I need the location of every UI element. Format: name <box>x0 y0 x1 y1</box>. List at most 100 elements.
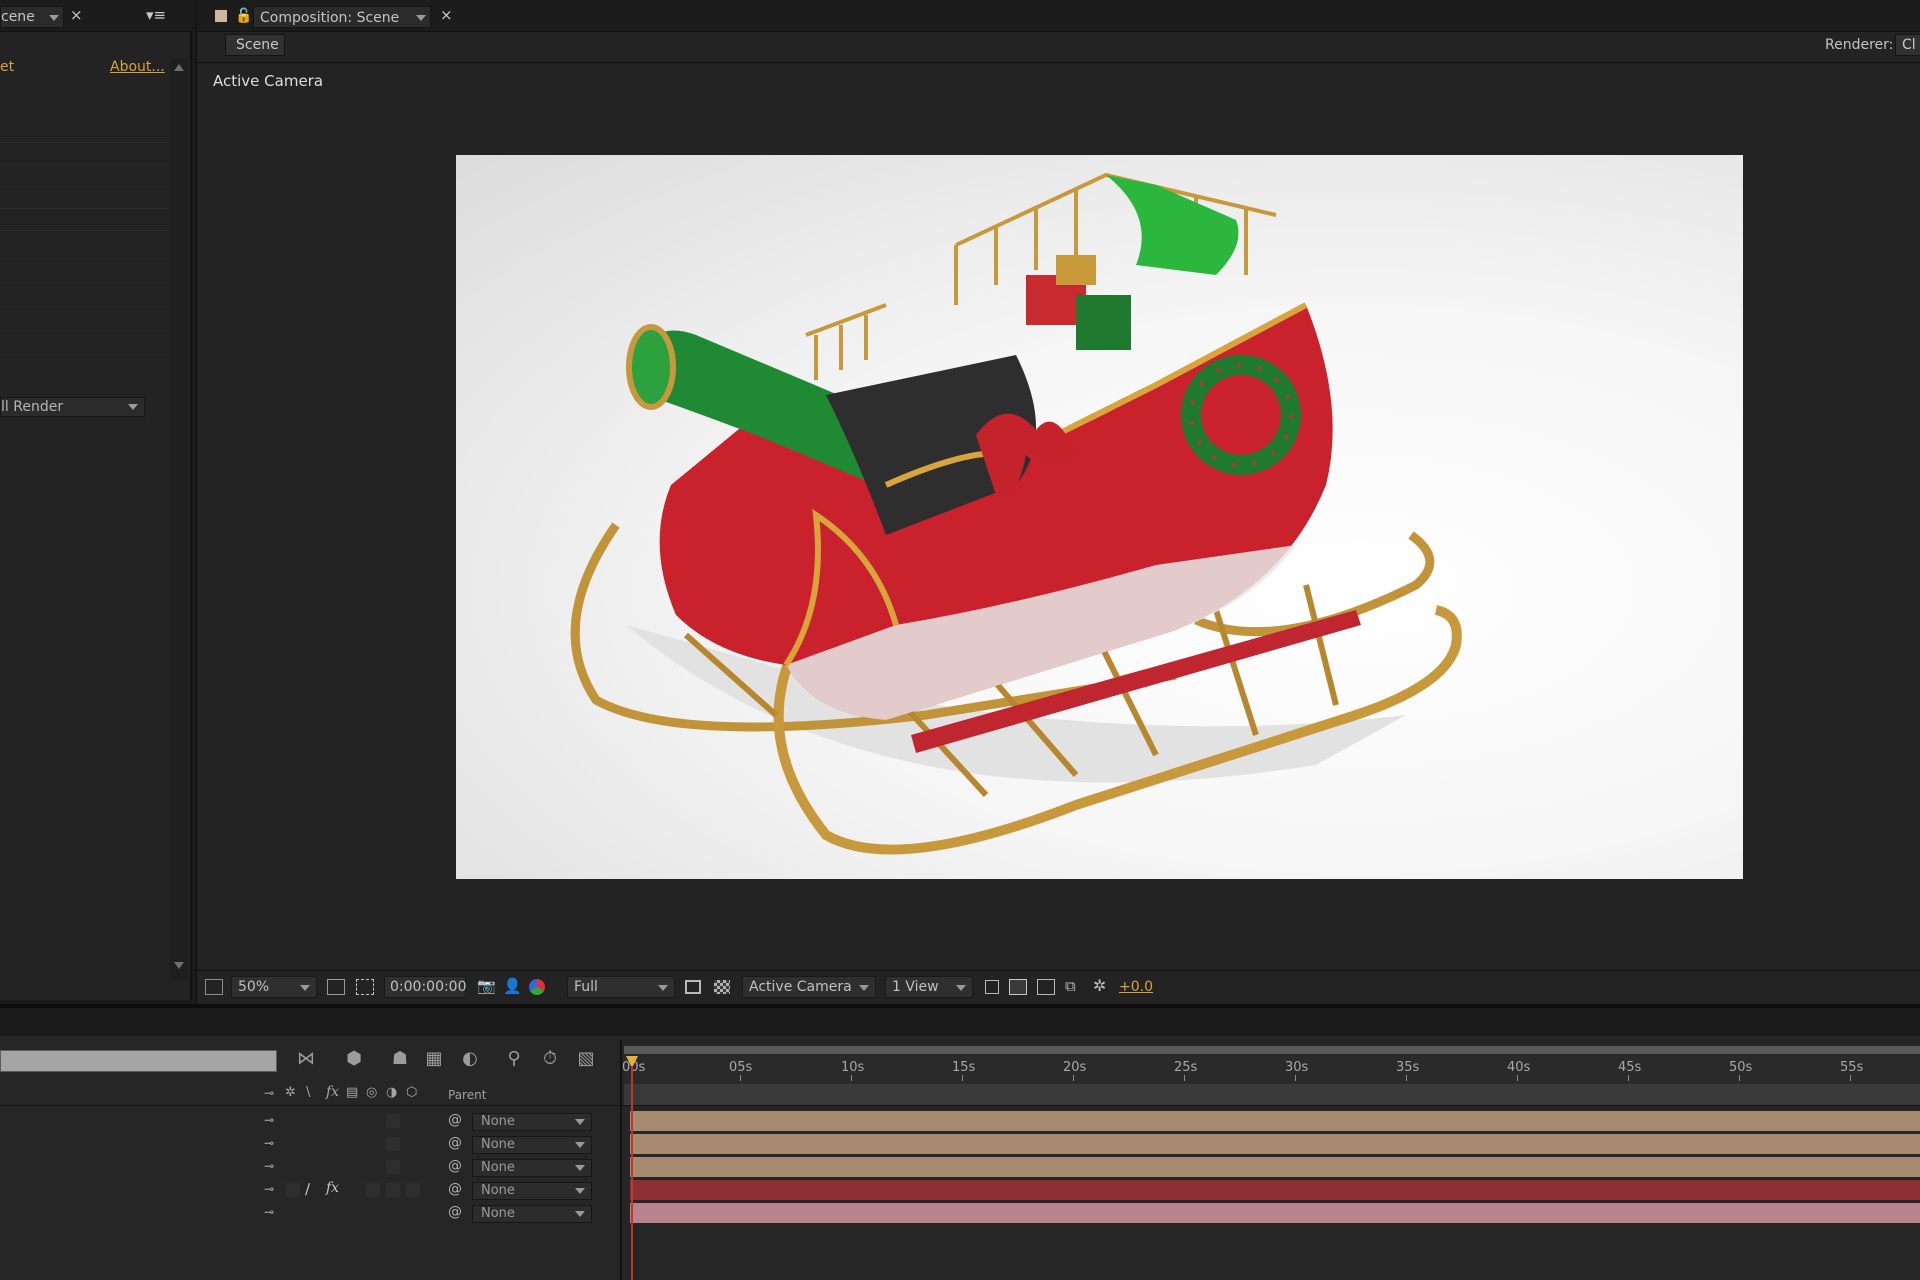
layer-row[interactable]: ⊸ @ None <box>0 1203 630 1225</box>
lock-icon[interactable]: 🔓 <box>235 8 252 24</box>
layer-row[interactable]: ⊸ @ None <box>0 1134 630 1156</box>
chevron-down-icon <box>300 985 310 991</box>
panel-menu-icon[interactable]: ▾≡ <box>146 6 166 24</box>
shy-switch-icon[interactable]: ⊸ <box>264 1182 274 1196</box>
parent-column-header: Parent <box>448 1088 487 1102</box>
layer-row[interactable]: ⊸ @ None <box>0 1157 630 1179</box>
pickwhip-icon[interactable]: @ <box>448 1112 462 1128</box>
adjustment-checkbox[interactable] <box>406 1183 420 1197</box>
parent-value: None <box>481 1206 515 1221</box>
parent-select[interactable]: None <box>472 1182 592 1200</box>
exposure-icon[interactable]: ✲ <box>1093 976 1106 995</box>
camera-select[interactable]: Active Camera <box>742 976 876 998</box>
parent-select[interactable]: None <box>472 1159 592 1177</box>
layer-duration-bar[interactable] <box>630 1180 1920 1200</box>
shy-switch-icon[interactable]: ⊸ <box>264 1113 274 1127</box>
pickwhip-icon[interactable]: @ <box>448 1158 462 1174</box>
timeline-search-field[interactable] <box>0 1050 277 1072</box>
timecode-field[interactable]: 0:00:00:00 <box>384 976 467 998</box>
channel-icon[interactable] <box>529 979 545 995</box>
pickwhip-icon[interactable]: @ <box>448 1181 462 1197</box>
layer-row[interactable]: ⊸ @ None <box>0 1111 630 1133</box>
parent-select[interactable]: None <box>472 1136 592 1154</box>
motion-blur-checkbox[interactable] <box>386 1183 400 1197</box>
pickwhip-icon[interactable]: @ <box>448 1135 462 1151</box>
left-scrollbar[interactable] <box>170 58 188 980</box>
scroll-down-icon[interactable] <box>174 962 184 969</box>
always-preview-icon[interactable] <box>205 979 223 995</box>
left-tab[interactable]: cene <box>0 6 64 28</box>
fast-previews-icon[interactable] <box>1009 979 1027 995</box>
frame-blending-icon[interactable]: ▦ <box>422 1048 446 1070</box>
flowchart-icon[interactable]: ⧉ <box>1065 977 1076 995</box>
frame-blend-checkbox[interactable] <box>366 1183 380 1197</box>
layer-duration-bar[interactable] <box>630 1157 1920 1177</box>
close-icon[interactable]: × <box>70 6 83 24</box>
tab-menu-arrow-icon[interactable] <box>49 15 59 21</box>
exposure-value[interactable]: +0.0 <box>1119 979 1153 995</box>
graph-editor-icon[interactable]: ⚲ <box>502 1048 526 1070</box>
scroll-up-icon[interactable] <box>174 64 184 71</box>
breadcrumb[interactable]: Scene <box>225 34 285 56</box>
draft-3d-icon[interactable]: ⬢ <box>342 1048 366 1070</box>
left-list-divider <box>0 306 168 307</box>
hide-shy-layers-icon[interactable]: ☗ <box>388 1048 412 1070</box>
pickwhip-icon[interactable]: @ <box>448 1204 462 1220</box>
left-list-divider <box>0 282 168 283</box>
fx-icon[interactable]: fx <box>326 1180 339 1196</box>
motion-blur-checkbox[interactable] <box>386 1114 400 1128</box>
ruler-tick-label: 35s <box>1396 1060 1420 1075</box>
renderer-select[interactable]: Cl <box>1895 34 1920 56</box>
shy-switch-icon[interactable]: ⊸ <box>264 1205 274 1219</box>
composition-viewport[interactable] <box>456 155 1743 879</box>
ruler-tick-label: 25s <box>1174 1060 1198 1075</box>
parent-select[interactable]: None <box>472 1205 592 1223</box>
fit-icon[interactable] <box>327 979 345 995</box>
quality-icon[interactable]: ∕ <box>305 1180 310 1198</box>
time-ruler[interactable] <box>624 1046 1920 1084</box>
region-of-interest-icon[interactable] <box>356 979 374 995</box>
layer-duration-bar[interactable] <box>630 1111 1920 1131</box>
renderer-label: Renderer: <box>1825 37 1894 53</box>
layer-row[interactable]: ⊸ ∕ fx @ None <box>0 1180 630 1202</box>
shy-switch-icon[interactable]: ⊸ <box>264 1159 274 1173</box>
composition-tab[interactable]: Composition: Scene <box>253 6 431 28</box>
chevron-down-icon <box>575 1211 585 1217</box>
layer-duration-bar[interactable] <box>630 1134 1920 1154</box>
chevron-down-icon <box>575 1142 585 1148</box>
transparency-grid-icon[interactable] <box>714 980 730 994</box>
zoom-select[interactable]: 50% <box>231 976 317 998</box>
timeline-nav-bar[interactable] <box>624 1084 1920 1106</box>
chevron-down-icon <box>575 1165 585 1171</box>
resolution-select[interactable]: Full <box>567 976 675 998</box>
comp-mini-flowchart-icon[interactable]: ⋈ <box>294 1048 318 1070</box>
camera-snapshot-icon[interactable]: 📷 <box>477 977 496 995</box>
tab-menu-arrow-icon[interactable] <box>416 15 426 21</box>
toggle-pixel-icon[interactable] <box>985 980 999 994</box>
shy-switch-icon[interactable]: ⊸ <box>264 1136 274 1150</box>
about-link[interactable]: About... <box>110 59 165 75</box>
timeline-icon[interactable] <box>1037 979 1055 995</box>
render-dropdown[interactable]: ll Render <box>0 397 145 417</box>
motion-blur-checkbox[interactable] <box>386 1160 400 1174</box>
motion-blur-icon[interactable]: ◐ <box>458 1048 482 1070</box>
view-layout-select[interactable]: 1 View <box>885 976 973 998</box>
ruler-tick <box>1739 1075 1740 1081</box>
region-icon[interactable] <box>685 980 701 994</box>
close-icon[interactable]: × <box>440 6 453 24</box>
parent-select[interactable]: None <box>472 1113 592 1131</box>
live-update-icon[interactable]: ▧ <box>574 1048 598 1070</box>
timer-icon[interactable]: ⏱ <box>538 1048 562 1070</box>
viewer-lock-square-icon[interactable] <box>215 10 227 22</box>
layer-duration-bar[interactable] <box>630 1203 1920 1223</box>
ruler-tick <box>851 1075 852 1081</box>
collapse-checkbox[interactable] <box>286 1183 300 1197</box>
work-area-bar[interactable] <box>624 1046 1920 1054</box>
motion-blur-checkbox[interactable] <box>386 1137 400 1151</box>
present-3 <box>1056 255 1096 285</box>
show-snapshot-icon[interactable]: 👤 <box>503 977 522 995</box>
ruler-tick <box>1406 1075 1407 1081</box>
left-panel: cene × ▾≡ et About... ll Render <box>0 0 192 1000</box>
switch-shy-icon: ⊸ <box>264 1086 275 1100</box>
left-link[interactable]: et <box>0 59 14 75</box>
